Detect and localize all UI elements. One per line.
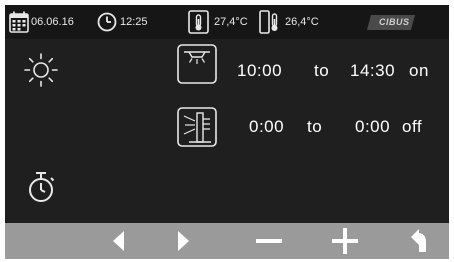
program-1-start: 10:00 [237, 61, 283, 80]
calendar-icon [9, 11, 29, 33]
program-2-separator: to [307, 117, 323, 136]
outdoor-temperature-text: 26,4°C [285, 16, 319, 28]
arrow-right-icon [178, 231, 189, 251]
previous-button[interactable] [89, 223, 149, 259]
brand-text: CIBUS [379, 17, 410, 27]
clock-icon [97, 12, 117, 32]
bottom-toolbar [5, 223, 449, 259]
plus-icon [332, 228, 358, 254]
next-button[interactable] [153, 223, 213, 259]
timer-icon[interactable] [25, 170, 59, 206]
ceiling-lamp-icon [177, 44, 217, 84]
date-text: 06.06.16 [31, 16, 74, 28]
indoor-temperature-text: 27,4°C [214, 16, 248, 28]
back-button[interactable] [389, 223, 449, 259]
minus-icon [256, 239, 282, 243]
indoor-thermometer-icon [188, 10, 209, 34]
program-2-start: 0:00 [249, 117, 285, 136]
sun-icon[interactable] [23, 52, 59, 88]
program-1-separator: to [314, 61, 330, 80]
program-2-end: 0:00 [355, 117, 391, 136]
lamp-shade-icon [177, 107, 217, 147]
status-bar: 06.06.16 12:25 27,4°C 26,4°C CIBUS [5, 5, 449, 39]
program-1-end: 14:30 [350, 61, 396, 80]
back-icon [411, 229, 426, 252]
brand-logo: CIBUS [367, 15, 415, 30]
decrease-button[interactable] [239, 223, 299, 259]
arrow-left-icon [113, 231, 124, 251]
device-screen: 06.06.16 12:25 27,4°C 26,4°C CIBUS 10:00… [5, 5, 449, 259]
increase-button[interactable] [315, 223, 375, 259]
program-1-state: on [409, 61, 429, 80]
program-2-state: off [402, 117, 423, 136]
outdoor-thermometer-icon [259, 10, 278, 34]
time-text: 12:25 [120, 16, 148, 28]
